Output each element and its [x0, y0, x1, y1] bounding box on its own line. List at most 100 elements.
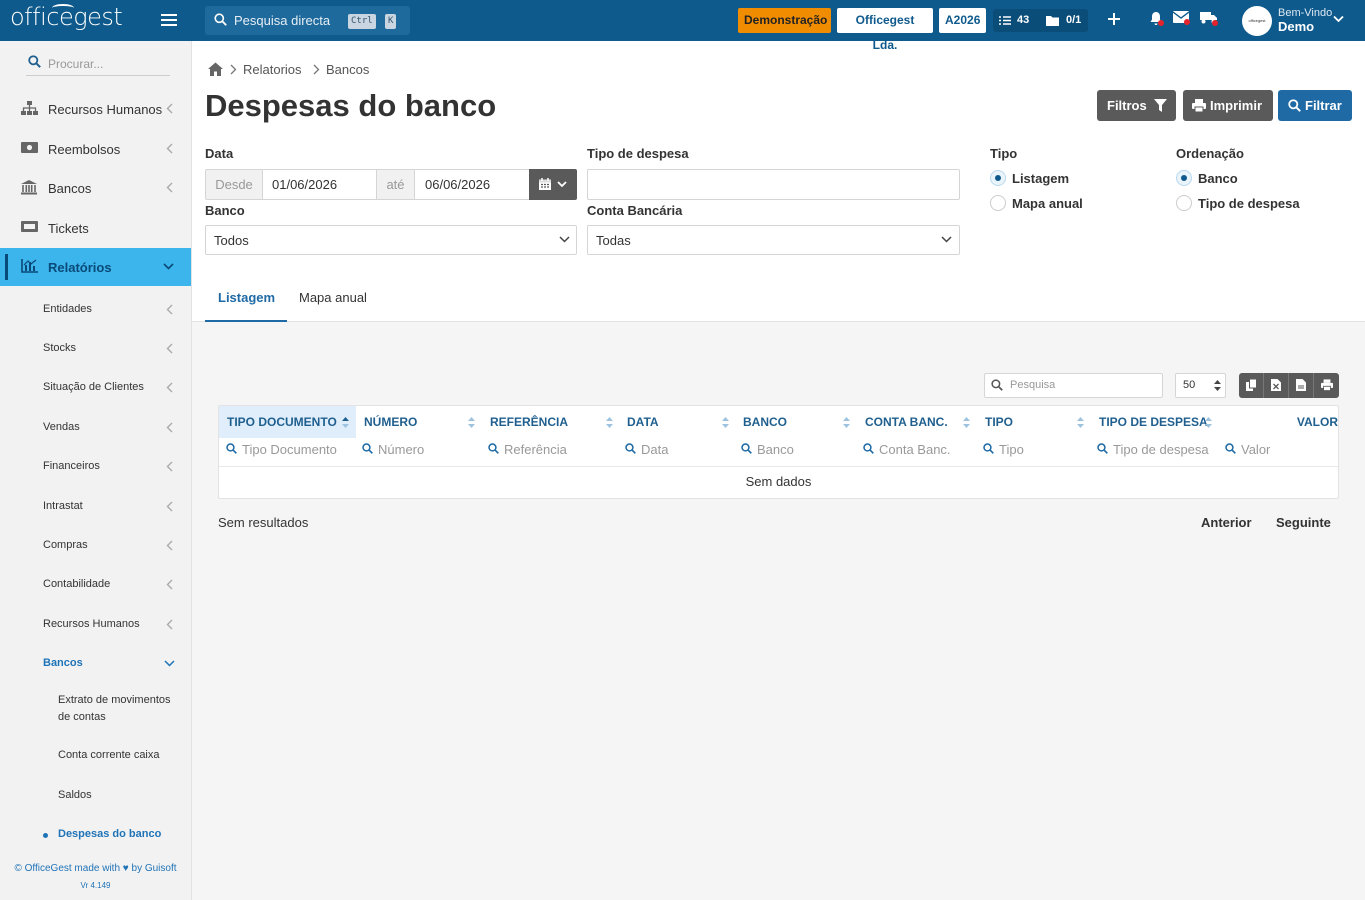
search-icon — [214, 13, 227, 26]
truck-icon[interactable] — [1200, 11, 1218, 27]
sidebar: Procurar... Recursos Humanos Reembolsos … — [0, 41, 192, 900]
radio-label: Listagem — [1012, 171, 1070, 186]
print-grid-button[interactable] — [1314, 373, 1339, 398]
messages-envelope-icon[interactable] — [1172, 11, 1190, 26]
export-button-group — [1239, 373, 1339, 398]
copy-button[interactable] — [1239, 373, 1264, 398]
company-selector[interactable]: Officegest Lda. — [837, 8, 933, 52]
chevron-right-icon — [313, 64, 320, 75]
sidebar-item-tickets[interactable]: Tickets — [0, 209, 191, 247]
page-size-select[interactable]: 50 — [1175, 373, 1226, 398]
sidebar-item-bancos[interactable]: Bancos — [0, 169, 191, 207]
column-header-data[interactable]: DATA — [619, 406, 735, 438]
column-header-conta-banc[interactable]: CONTA BANC. — [857, 406, 977, 438]
filters-toggle-button[interactable]: Filtros — [1097, 90, 1176, 121]
column-header-tipo-documento[interactable]: TIPO DOCUMENTO — [219, 406, 356, 438]
print-button[interactable]: Imprimir — [1183, 90, 1273, 121]
chevron-down-icon — [559, 236, 570, 243]
subitem-label: Financeiros — [43, 460, 100, 472]
notifications-bell-icon[interactable] — [1149, 11, 1164, 29]
sidebar-subitem-stocks[interactable]: Stocks — [0, 342, 191, 356]
sidebar-subitem-entidades[interactable]: Entidades — [0, 303, 191, 317]
pagination-previous[interactable]: Anterior — [1201, 515, 1252, 530]
money-icon — [21, 142, 38, 153]
column-header-referencia[interactable]: REFERÊNCIA — [482, 406, 619, 438]
filter-button[interactable]: Filtrar — [1278, 90, 1352, 121]
pagination-next[interactable]: Seguinte — [1276, 515, 1331, 530]
sidebar-item-recursos-humanos[interactable]: Recursos Humanos — [0, 90, 191, 128]
chevron-down-icon[interactable] — [1333, 15, 1344, 23]
demo-badge[interactable]: Demonstração — [738, 8, 831, 33]
column-header-numero[interactable]: NÚMERO — [356, 406, 482, 438]
chevron-right-icon — [230, 64, 237, 75]
bank-select-value: Todos — [214, 233, 249, 248]
search-icon — [1288, 99, 1301, 112]
order-radio-banco[interactable]: Banco — [1176, 170, 1286, 188]
export-pdf-button[interactable] — [1289, 373, 1314, 398]
export-excel-button[interactable] — [1264, 373, 1289, 398]
subitem-label: Recursos Humanos — [43, 618, 140, 630]
column-header-banco[interactable]: BANCO — [735, 406, 857, 438]
results-summary: Sem resultados — [218, 515, 309, 530]
sort-icon — [468, 417, 475, 428]
radio-label: Banco — [1198, 171, 1238, 186]
year-selector[interactable]: A2026 — [939, 8, 986, 33]
tab-listagem[interactable]: Listagem — [205, 284, 287, 322]
home-icon[interactable] — [208, 62, 223, 76]
type-radio-listagem[interactable]: Listagem — [990, 170, 1100, 188]
type-label: Tipo — [990, 146, 1018, 161]
ticket-icon — [21, 221, 38, 232]
subitem-label: Vendas — [43, 421, 80, 433]
grid-search-input[interactable]: Pesquisa — [984, 373, 1163, 398]
bank-select[interactable]: Todos — [205, 225, 577, 255]
column-header-tipo[interactable]: TIPO — [977, 406, 1091, 438]
filter-placeholder: Conta Banc. — [879, 442, 951, 457]
tab-mapa-anual[interactable]: Mapa anual — [299, 284, 379, 322]
bank-account-label: Conta Bancária — [587, 203, 683, 218]
column-header-tipo-despesa[interactable]: TIPO DE DESPESA — [1091, 406, 1219, 438]
breadcrumb-relatorios[interactable]: Relatorios — [243, 62, 302, 77]
bank-account-select[interactable]: Todas — [587, 225, 960, 255]
sidebar-subitem-financeiros[interactable]: Financeiros — [0, 460, 191, 474]
sidebar-link-extrato-movimentos[interactable]: Extrato de movimentos de contas — [58, 692, 183, 726]
filter-placeholder: Tipo Documento — [242, 442, 337, 457]
date-from-input[interactable]: 01/06/2026 — [262, 169, 377, 200]
bank-account-value: Todas — [596, 233, 631, 248]
sidebar-subitem-compras[interactable]: Compras — [0, 539, 191, 553]
plus-icon[interactable] — [1107, 12, 1121, 26]
order-radio-tipo-despesa[interactable]: Tipo de despesa — [1176, 195, 1316, 213]
sidebar-item-reembolsos[interactable]: Reembolsos — [0, 130, 191, 168]
type-radio-mapa-anual[interactable]: Mapa anual — [990, 195, 1100, 213]
chevron-down-icon — [557, 181, 567, 188]
sidebar-subitem-situacao-clientes[interactable]: Situação de Clientes — [0, 381, 191, 395]
sidebar-subitem-recursos-humanos[interactable]: Recursos Humanos — [0, 618, 191, 632]
breadcrumb-bancos[interactable]: Bancos — [326, 62, 369, 77]
menu-toggle-icon[interactable] — [161, 14, 177, 26]
sidebar-search-input[interactable]: Procurar... — [26, 52, 170, 76]
column-header-valor[interactable]: VALOR — [1219, 406, 1338, 438]
search-icon — [226, 443, 237, 454]
sidebar-subitem-vendas[interactable]: Vendas — [0, 421, 191, 435]
user-name[interactable]: Demo — [1278, 19, 1314, 34]
counters-badge[interactable]: 43 0/1 — [993, 9, 1088, 32]
sidebar-subitem-intrastat[interactable]: Intrastat — [0, 500, 191, 514]
sidebar-subitem-bancos[interactable]: Bancos — [0, 657, 191, 671]
date-to-input[interactable]: 06/06/2026 — [414, 169, 530, 200]
order-label: Ordenação — [1176, 146, 1244, 161]
docs-count: 0/1 — [1066, 14, 1082, 26]
expense-type-input[interactable] — [587, 169, 960, 200]
grid-container: Pesquisa 50 TIPO DOCUMENTO NÚMERO REFERÊ… — [192, 322, 1365, 900]
calendar-icon — [539, 178, 551, 190]
sidebar-link-despesas-banco[interactable]: Despesas do banco — [58, 826, 183, 843]
global-search-input[interactable]: Pesquisa directa Ctrl K — [205, 6, 410, 35]
sidebar-item-relatorios[interactable]: Relatórios — [0, 248, 191, 286]
date-range-picker-button[interactable] — [529, 169, 577, 200]
sidebar-subitem-contabilidade[interactable]: Contabilidade — [0, 578, 191, 592]
radio-unchecked-icon — [1176, 195, 1192, 211]
sidebar-item-label: Relatórios — [48, 260, 112, 275]
user-avatar[interactable]: officegest — [1242, 6, 1272, 36]
sitemap-icon — [21, 101, 38, 115]
chevron-left-icon — [166, 103, 173, 114]
sidebar-link-conta-corrente-caixa[interactable]: Conta corrente caixa — [58, 747, 183, 764]
sidebar-link-saldos[interactable]: Saldos — [58, 787, 183, 804]
